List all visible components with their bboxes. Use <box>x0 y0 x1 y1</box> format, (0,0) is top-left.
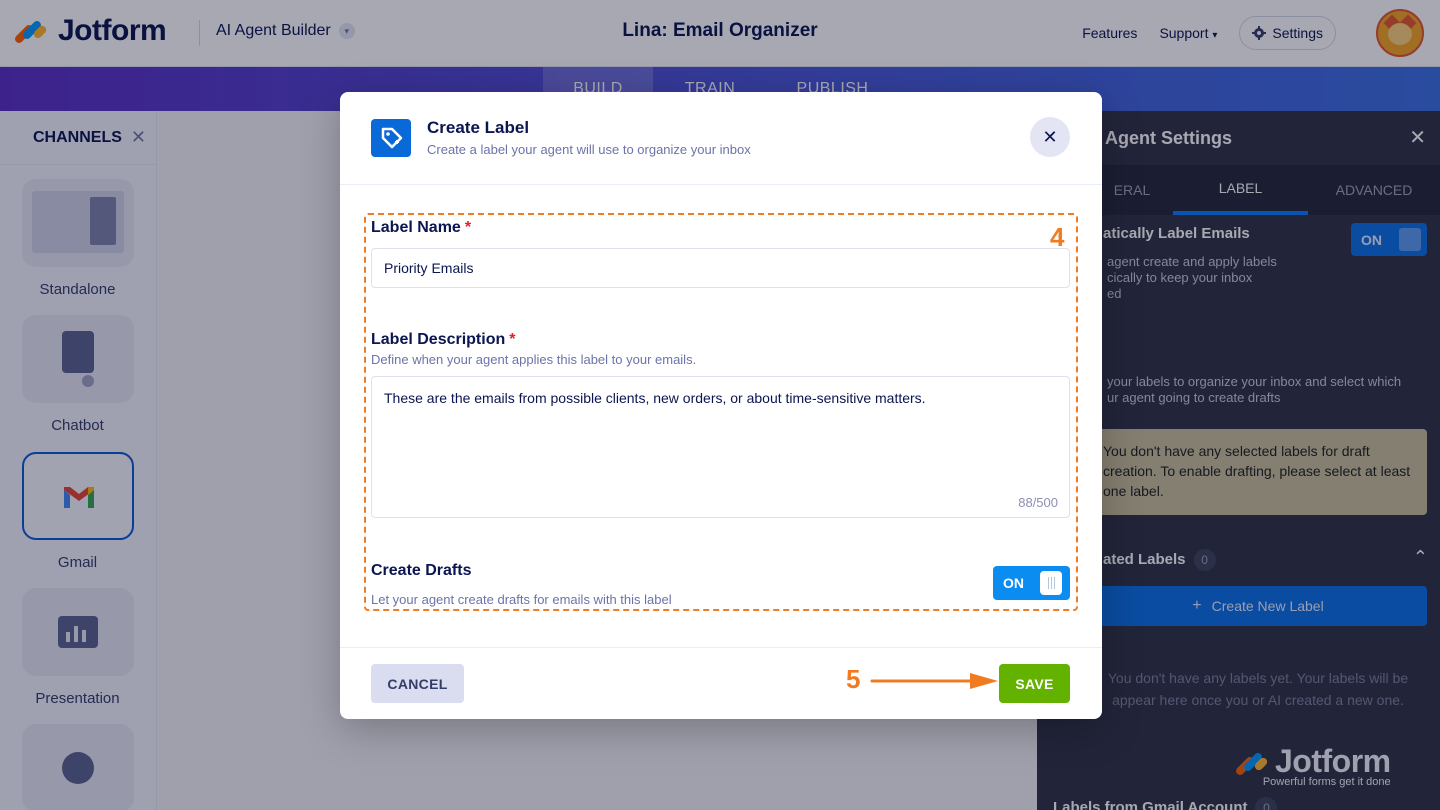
create-drafts-toggle[interactable]: ON <box>993 566 1070 600</box>
label-description-help: Define when your agent applies this labe… <box>371 352 697 367</box>
create-drafts-help: Let your agent create drafts for emails … <box>371 592 672 607</box>
field-label: Label Name <box>371 219 461 236</box>
label-name-input[interactable] <box>371 248 1070 288</box>
modal-subtitle: Create a label your agent will use to or… <box>427 142 751 157</box>
toggle-knob <box>1040 571 1062 595</box>
close-icon: ✕ <box>1042 126 1058 147</box>
label-description-textarea[interactable]: These are the emails from possible clien… <box>371 376 1070 518</box>
modal-header: Create Label Create a label your agent w… <box>340 92 1102 185</box>
toggle-state: ON <box>1003 575 1024 591</box>
create-drafts-label: Create Drafts <box>371 562 472 579</box>
modal-title: Create Label <box>427 118 530 137</box>
character-counter: 88/500 <box>1018 495 1058 510</box>
create-label-modal: Create Label Create a label your agent w… <box>340 92 1102 719</box>
field-label: Label Description <box>371 331 506 348</box>
label-description-label: Label Description * <box>371 331 515 349</box>
label-name-label: Label Name * <box>371 219 471 237</box>
annotation-step-5: 5 <box>846 664 861 694</box>
save-button[interactable]: SAVE <box>999 664 1070 703</box>
required-marker: * <box>509 331 516 348</box>
required-marker: * <box>464 219 472 236</box>
close-button[interactable]: ✕ <box>1030 117 1070 157</box>
annotation-arrow-icon <box>870 673 998 689</box>
cancel-button[interactable]: CANCEL <box>371 664 464 703</box>
label-tag-icon <box>371 119 411 157</box>
